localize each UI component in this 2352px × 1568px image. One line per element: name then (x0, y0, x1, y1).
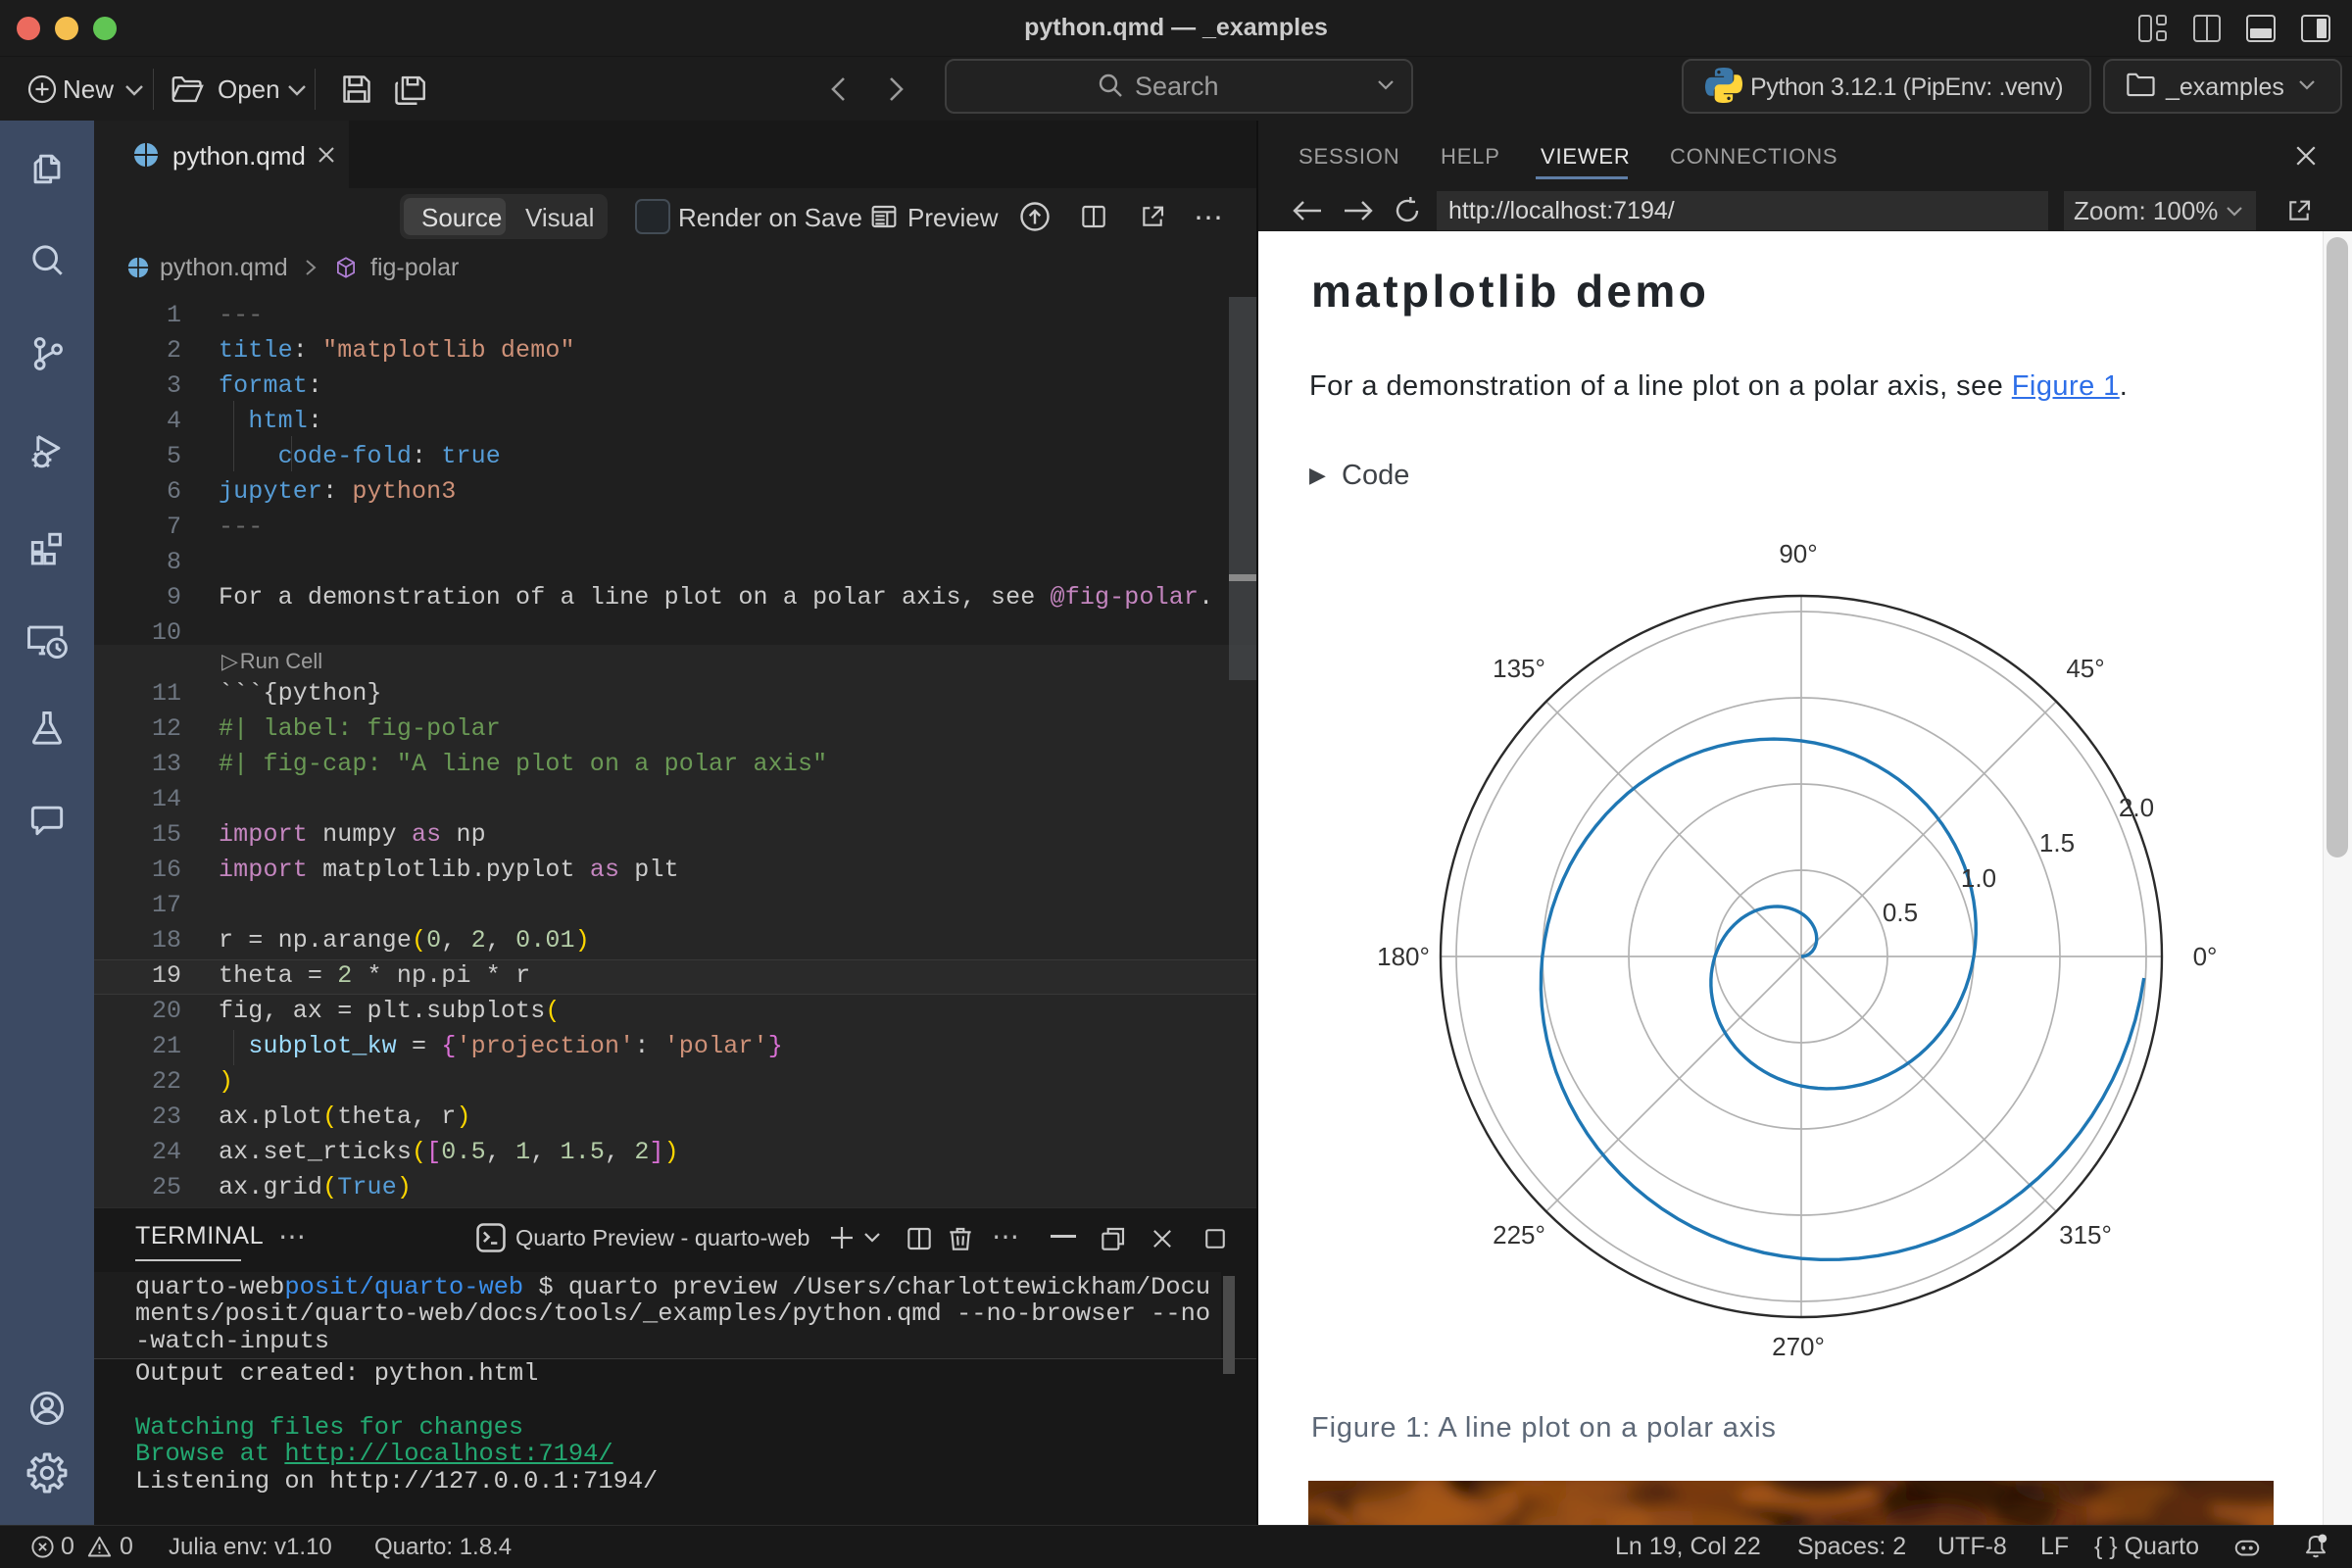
svg-text:270°: 270° (1772, 1332, 1825, 1361)
svg-text:0°: 0° (2193, 942, 2218, 971)
svg-text:180°: 180° (1377, 942, 1430, 971)
svg-text:45°: 45° (2066, 654, 2104, 683)
svg-text:225°: 225° (1493, 1220, 1545, 1250)
svg-text:2.0: 2.0 (2119, 793, 2154, 822)
svg-text:90°: 90° (1779, 539, 1817, 568)
svg-text:1.5: 1.5 (2039, 828, 2075, 858)
svg-text:1.0: 1.0 (1961, 863, 1996, 893)
svg-text:315°: 315° (2059, 1220, 2112, 1250)
svg-text:0.5: 0.5 (1883, 898, 1918, 927)
svg-text:135°: 135° (1493, 654, 1545, 683)
